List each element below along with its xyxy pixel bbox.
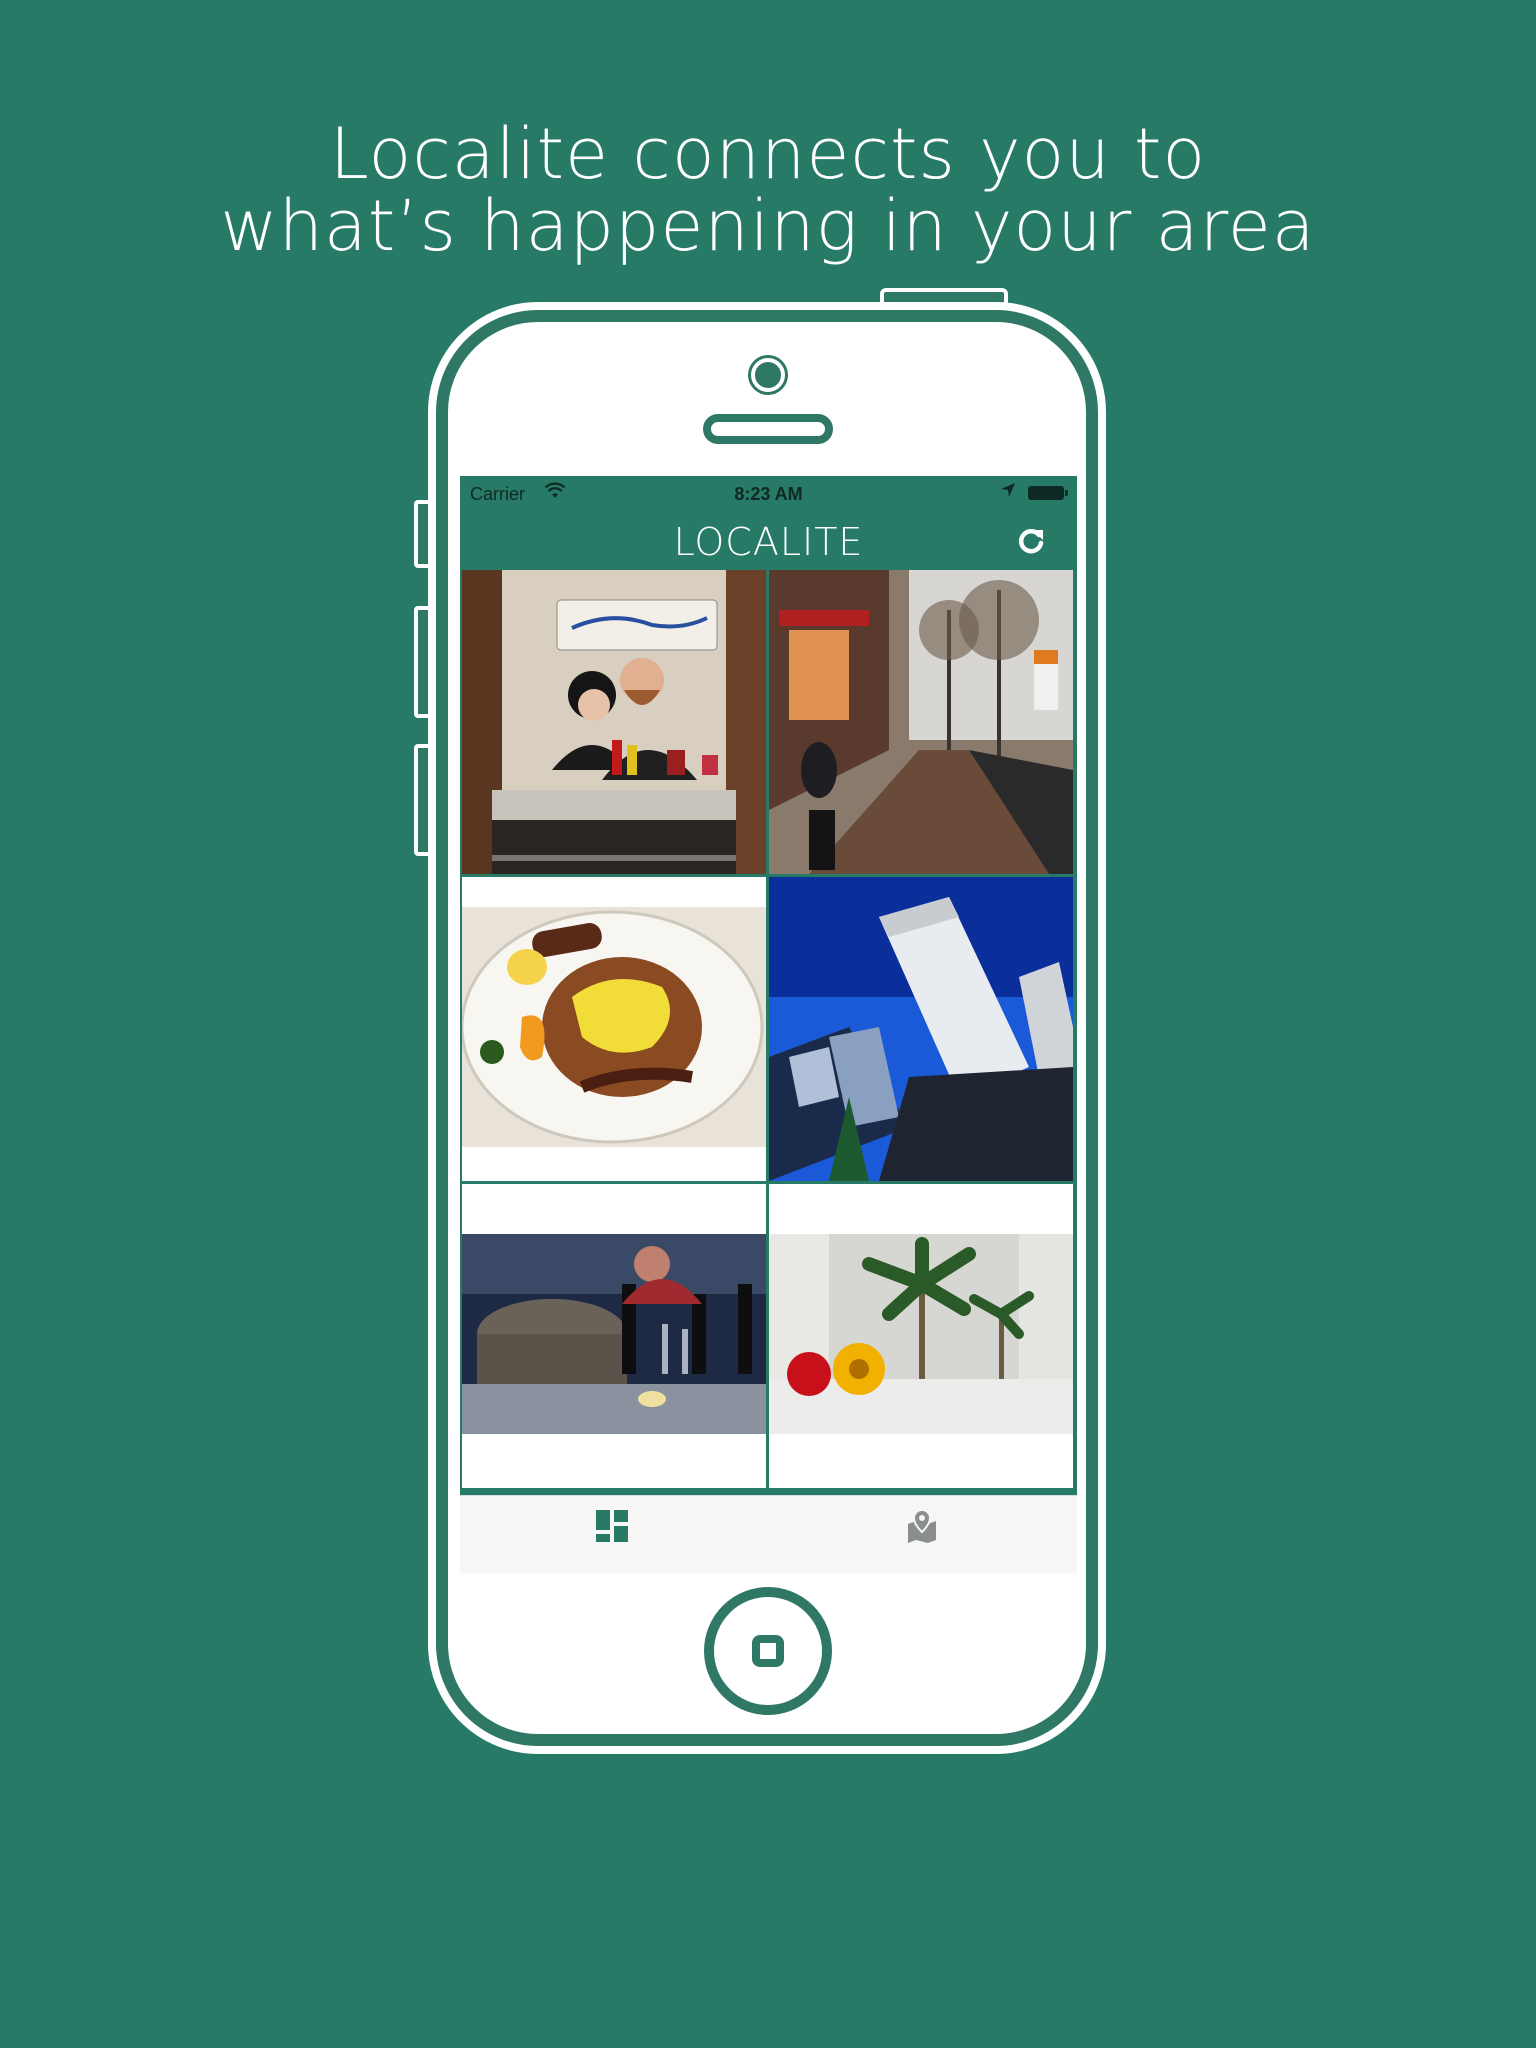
- battery-icon: [1028, 486, 1068, 500]
- photo-wine-bar: [462, 1184, 766, 1488]
- photo-tile-3[interactable]: [462, 877, 766, 1181]
- photo-tile-6[interactable]: [769, 1184, 1073, 1488]
- grid-tab-icon[interactable]: [594, 1508, 634, 1548]
- status-time: 8:23 AM: [734, 484, 803, 504]
- photo-tile-4[interactable]: [769, 877, 1073, 1181]
- headline: Localite connects you to what’s happenin…: [0, 118, 1536, 262]
- app-title: LOCALITE: [673, 520, 864, 564]
- photo-atrium-palms: [769, 1184, 1073, 1488]
- map-pin-icon[interactable]: [904, 1508, 944, 1548]
- nav-bar: LOCALITE: [460, 512, 1077, 568]
- photo-grid: [460, 568, 1077, 1495]
- headline-line-2: what’s happening in your area: [220, 185, 1316, 267]
- photo-rainy-street: [769, 570, 1073, 874]
- status-bar: Carrier 8:23 AM: [460, 476, 1077, 512]
- photo-tile-2[interactable]: [769, 570, 1073, 874]
- photo-breakfast-plate: [462, 877, 766, 1181]
- headline-line-1: Localite connects you to: [329, 113, 1207, 195]
- earpiece-speaker: [703, 414, 833, 444]
- photo-couple-diner: [462, 570, 766, 874]
- tab-bar: [460, 1495, 1077, 1573]
- home-button: [704, 1587, 832, 1715]
- home-button-icon: [752, 1635, 784, 1667]
- location-arrow-icon: [1000, 482, 1016, 503]
- refresh-icon[interactable]: [1014, 524, 1048, 558]
- front-camera: [751, 358, 785, 392]
- photo-tile-5[interactable]: [462, 1184, 766, 1488]
- photo-tile-1[interactable]: [462, 570, 766, 874]
- app-screen: Carrier 8:23 AM LOCALITE: [460, 476, 1077, 1573]
- photo-skyscraper: [769, 877, 1073, 1181]
